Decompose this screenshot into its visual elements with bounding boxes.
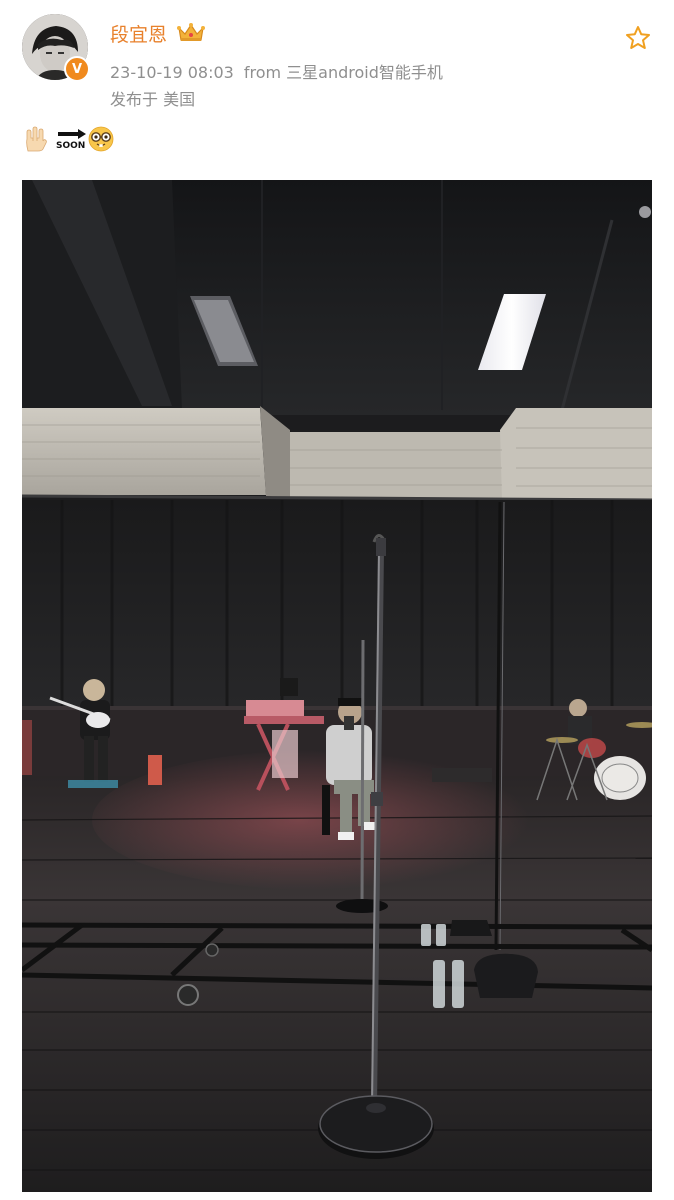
crown-icon <box>177 23 205 41</box>
post-timestamp: 23-10-19 08:03 <box>110 63 234 82</box>
verified-badge-icon: V <box>64 56 90 82</box>
soon-arrow-emoji: SOON <box>56 126 90 154</box>
post-location: 发布于 美国 <box>110 90 196 109</box>
post-source: from 三星android智能手机 <box>243 63 443 82</box>
post-header: V 段宜恩 23-10-19 08:03 from 三星android智能手机 发… <box>0 0 674 120</box>
post-photo[interactable] <box>22 180 652 1192</box>
author-name[interactable]: 段宜恩 <box>110 20 167 47</box>
soon-label: SOON <box>56 141 86 151</box>
love-you-hand-emoji <box>26 126 47 152</box>
avatar[interactable]: V <box>22 14 90 82</box>
right-arrow-icon <box>58 129 86 139</box>
nerd-face-emoji <box>88 126 114 152</box>
post-meta: 23-10-19 08:03 from 三星android智能手机 <box>110 59 443 83</box>
rehearsal-studio-photo <box>22 180 652 1192</box>
star-outline-icon[interactable] <box>624 24 652 52</box>
